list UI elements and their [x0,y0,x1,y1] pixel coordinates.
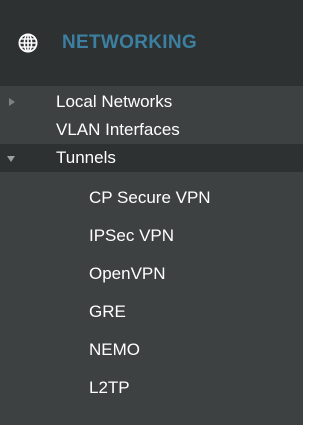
app-frame: NETWORKING Local Networks VLAN Interface… [0,0,322,425]
submenu-item-label: CP Secure VPN [89,188,211,207]
collapse-arrow-icon[interactable] [7,156,15,162]
submenu-item-ipsec-vpn[interactable]: IPSec VPN [0,222,303,250]
submenu-item-label: L2TP [89,378,130,397]
menu-item-label: Tunnels [56,148,116,167]
submenu-item-gre[interactable]: GRE [0,298,303,326]
section-title: NETWORKING [62,32,197,53]
submenu-item-label: OpenVPN [89,264,166,283]
menu-item-vlan-interfaces[interactable]: VLAN Interfaces [0,116,303,144]
menu-item-label: Local Networks [56,92,173,111]
menu-list: Local Networks VLAN Interfaces Tunnels C… [0,88,303,402]
menu-item-label: VLAN Interfaces [56,120,180,139]
submenu-item-label: GRE [89,302,126,321]
section-header[interactable]: NETWORKING [0,0,303,86]
submenu-item-cp-secure-vpn[interactable]: CP Secure VPN [0,184,303,212]
submenu-item-l2tp[interactable]: L2TP [0,374,303,402]
menu-item-local-networks[interactable]: Local Networks [0,88,303,116]
networking-sidebar: NETWORKING Local Networks VLAN Interface… [0,0,303,425]
menu-item-tunnels[interactable]: Tunnels [0,144,303,172]
expand-arrow-icon[interactable] [9,98,15,106]
submenu-item-openvpn[interactable]: OpenVPN [0,260,303,288]
globe-icon [18,33,38,53]
submenu-item-label: NEMO [89,340,140,359]
submenu-item-nemo[interactable]: NEMO [0,336,303,364]
submenu-item-label: IPSec VPN [89,226,175,245]
